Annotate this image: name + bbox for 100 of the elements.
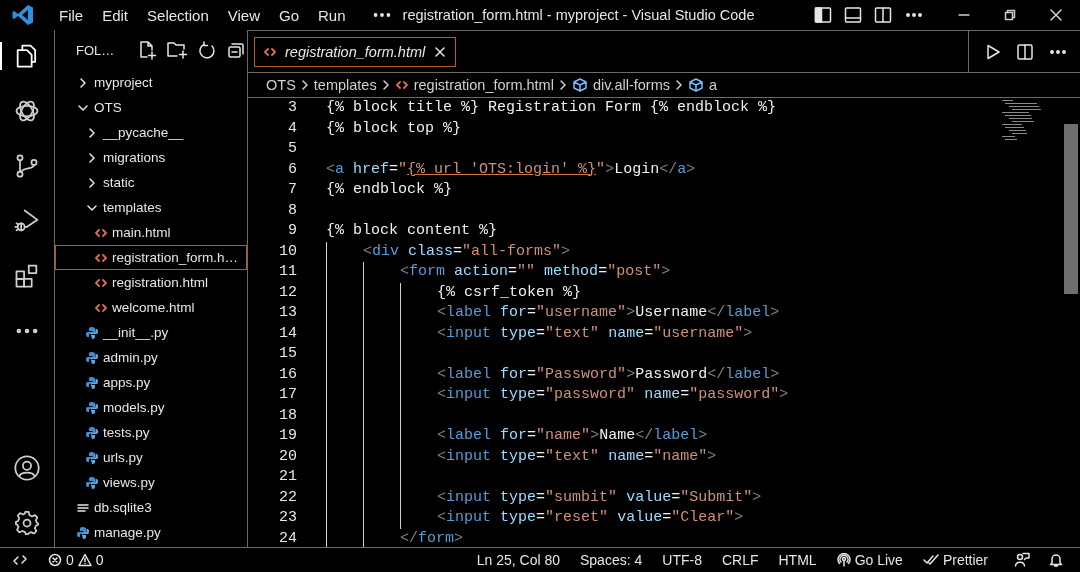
settings-icon[interactable] (13, 509, 41, 537)
python-icon (76, 525, 90, 540)
file-tree-item[interactable]: static (55, 170, 247, 195)
window-title: registration_form.html - myproject - Visual Studio Code (402, 7, 755, 23)
panel-toggle-icon[interactable] (844, 6, 862, 24)
code-line: <form action="" method="post"> (326, 262, 671, 283)
file-tree-item[interactable]: myproject (55, 70, 247, 95)
chevron-right-icon (299, 78, 310, 92)
status-item[interactable]: Prettier (914, 552, 996, 568)
file-tree-item[interactable]: manage.py (55, 520, 247, 545)
file-tree-item[interactable]: __init__.py (55, 320, 247, 345)
file-tree-item[interactable]: tests.py (55, 420, 247, 445)
python-icon (85, 325, 99, 340)
double-check-icon (922, 553, 939, 567)
code-line: <label for="Password">Password</label> (326, 364, 780, 385)
status-item[interactable]: Ln 25, Col 80 (468, 552, 568, 568)
line-number: 14 (278, 323, 297, 344)
code-icon (394, 78, 409, 92)
line-number: 17 (278, 385, 297, 405)
status-item[interactable]: Go Live (828, 552, 911, 568)
file-tree-item[interactable]: welcome.html (55, 295, 247, 320)
bell-icon[interactable] (1048, 552, 1064, 568)
python-icon (85, 375, 99, 390)
file-tree-item[interactable]: views.py (55, 470, 247, 495)
menu-item[interactable]: Selection (138, 2, 218, 28)
code-line: {% endblock %} (326, 180, 453, 200)
file-tree-item[interactable]: apps.py (55, 370, 247, 395)
line-number: 15 (278, 344, 297, 364)
python-icon (85, 475, 99, 490)
menu-item[interactable]: View (218, 2, 269, 28)
breadcrumb-item[interactable]: div.all-forms (571, 77, 670, 93)
breadcrumb-item[interactable]: OTS (266, 77, 296, 93)
code-line: <label for="username">Username</label> (326, 303, 780, 324)
line-number: 18 (278, 405, 297, 426)
file-tree-item[interactable]: migrations (55, 145, 247, 170)
cube-icon (571, 77, 588, 93)
line-number: 4 (287, 118, 297, 139)
new-folder-icon[interactable] (166, 40, 189, 60)
problems-button[interactable]: 0 0 (40, 552, 112, 568)
new-file-icon[interactable] (137, 40, 158, 60)
chevron-right-icon (557, 78, 568, 92)
warning-icon (77, 553, 92, 567)
file-tree-item[interactable]: models.py (55, 395, 247, 420)
status-item[interactable]: Spaces: 4 (572, 552, 651, 568)
file-tree-item[interactable]: db.sqlite3 (55, 495, 247, 520)
menu-item[interactable]: Edit (93, 2, 138, 28)
close-icon[interactable] (1050, 9, 1062, 21)
scrollbar-thumb[interactable] (1064, 124, 1078, 294)
file-tree-item[interactable]: OTS (55, 95, 247, 120)
account-icon[interactable] (13, 454, 41, 482)
line-number: 19 (278, 426, 297, 446)
line-number: 13 (278, 303, 297, 323)
file-tree-item[interactable]: templates (55, 195, 247, 220)
menu-item[interactable]: Run (309, 2, 355, 28)
file-tree-item[interactable]: registration.html (55, 270, 247, 295)
file-tree-item[interactable]: registration_form.h… (55, 245, 247, 270)
file-tree-item[interactable]: admin.py (55, 345, 247, 370)
breadcrumb-item[interactable]: templates (313, 77, 377, 93)
code-line: <label for="name">Name</label> (326, 426, 708, 447)
feedback-icon[interactable] (1014, 552, 1030, 568)
code-line: </form> (326, 528, 464, 547)
editor-tab[interactable]: registration_form.html (254, 36, 457, 67)
collapse-all-icon[interactable] (226, 40, 247, 60)
chevron-right-icon (380, 78, 391, 92)
logo-icon (11, 3, 35, 27)
line-number: 10 (278, 241, 297, 262)
code-line: <input type="password" name="password"> (326, 385, 789, 406)
code-line: <input type="sumbit" value="Submit"> (326, 487, 762, 508)
menu-item[interactable]: Go (270, 2, 308, 28)
file-tree-item[interactable]: __pycache__ (55, 120, 247, 145)
code-line: <input type="text" name="username"> (326, 323, 753, 344)
code-line: {% block top %} (326, 118, 462, 139)
close-icon[interactable] (433, 44, 448, 59)
split-editor-icon[interactable] (1016, 42, 1034, 61)
play-icon[interactable] (984, 42, 1002, 61)
line-number: 21 (278, 467, 297, 487)
line-number: 7 (287, 180, 297, 200)
line-number: 20 (278, 446, 297, 467)
sidebar-toggle-icon[interactable] (814, 6, 832, 24)
status-item[interactable]: HTML (770, 552, 825, 568)
chevron-right-icon (674, 78, 684, 92)
line-number: 11 (278, 262, 297, 282)
code-line: {% csrf_token %} (326, 282, 582, 303)
menu-item[interactable]: File (50, 2, 93, 28)
line-number: 22 (278, 487, 297, 508)
breadcrumb-item[interactable]: registration_form.html (394, 77, 554, 93)
section-title: FOL… (76, 42, 115, 58)
file-tree-item[interactable]: main.html (55, 220, 247, 245)
file-tree-item[interactable]: urls.py (55, 445, 247, 470)
status-item[interactable]: CRLF (713, 552, 767, 568)
python-icon (85, 350, 99, 365)
split-layout-icon[interactable] (874, 6, 892, 24)
restore-icon[interactable] (1004, 9, 1016, 21)
code-line: {% block content %} (326, 221, 498, 241)
code-line: <a href="{% url 'OTS:login' %}">Login</a> (326, 159, 696, 180)
line-number: 8 (287, 200, 297, 221)
status-item[interactable]: UTF-8 (654, 552, 710, 568)
breadcrumb-item[interactable]: a (688, 77, 718, 93)
code-line: <div class="all-forms"> (326, 241, 571, 262)
refresh-icon[interactable] (197, 40, 218, 60)
